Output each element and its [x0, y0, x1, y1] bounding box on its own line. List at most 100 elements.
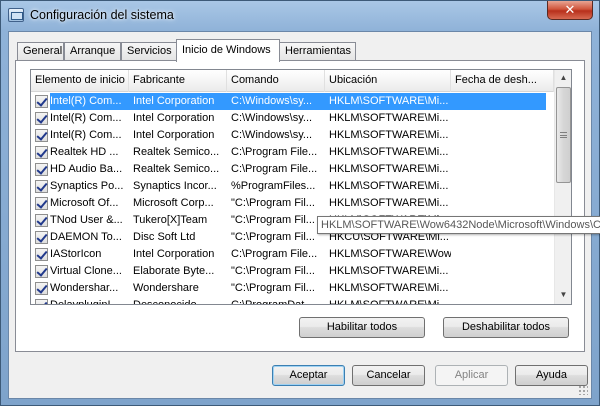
- cell-maker: Synaptics Incor...: [133, 180, 217, 192]
- scrollbar-grip-icon: [560, 132, 567, 138]
- table-row[interactable]: Virtual Clone... Elaborate Byte... "C:\Pro…: [31, 263, 554, 280]
- tab-herramientas[interactable]: Herramientas: [279, 42, 356, 61]
- cell-location: HKLM\SOFTWARE\Mi...: [329, 163, 449, 175]
- cell-location: HKLM\SOFTWARE\Mi...: [329, 129, 449, 141]
- cell-item: Realtek HD ...: [50, 146, 119, 158]
- tab-general[interactable]: General: [17, 42, 64, 61]
- cell-item: Virtual Clone...: [50, 265, 122, 277]
- tab-servicios[interactable]: Servicios: [121, 42, 177, 61]
- startup-checkbox[interactable]: [35, 180, 48, 193]
- cell-location: HKLM\SOFTWARE\Mi...: [329, 112, 449, 124]
- cell-command: C:\Program File...: [231, 163, 318, 175]
- column-header-disabled-date[interactable]: Fecha de desh...: [451, 70, 554, 92]
- cell-command: "C:\Program Fil...: [231, 265, 315, 277]
- cell-command: C:\Program File...: [231, 146, 318, 158]
- startup-checkbox[interactable]: [35, 214, 48, 227]
- cell-command: %ProgramFiles...: [231, 180, 316, 192]
- cell-item: IAStorIcon: [50, 248, 102, 260]
- startup-checkbox[interactable]: [35, 282, 48, 295]
- table-row[interactable]: Synaptics Po... Synaptics Incor... %Progra…: [31, 178, 554, 195]
- window-frame: Configuración del sistema ✕ General Arra…: [0, 0, 600, 406]
- cell-location: HKLM\SOFTWARE\Mi...: [329, 265, 449, 277]
- table-row[interactable]: Intel(R) Com... Intel Corporation C:\Windo…: [31, 127, 554, 144]
- cell-item: Microsoft Of...: [50, 197, 119, 209]
- scroll-up-arrow-icon[interactable]: ▲: [556, 70, 571, 86]
- startup-checkbox[interactable]: [35, 299, 48, 304]
- cell-maker: Intel Corporation: [133, 95, 215, 107]
- table-row[interactable]: Wondershar... Wondershare "C:\Program Fil.…: [31, 280, 554, 297]
- cell-item: Intel(R) Com...: [50, 112, 122, 124]
- cell-maker: Elaborate Byte...: [133, 265, 215, 277]
- table-row[interactable]: Microsoft Of... Microsoft Corp... "C:\Prog…: [31, 195, 554, 212]
- cell-maker: Wondershare: [133, 282, 199, 294]
- cell-location: HKLM\SOFTWARE\Mi...: [329, 197, 449, 209]
- cell-location: HKLM\SOFTWARE\Mi...: [329, 180, 449, 192]
- scroll-down-arrow-icon[interactable]: ▼: [556, 287, 571, 303]
- startup-checkbox[interactable]: [35, 146, 48, 159]
- scrollbar-thumb[interactable]: [556, 87, 571, 183]
- startup-checkbox[interactable]: [35, 197, 48, 210]
- resize-grip-icon[interactable]: [578, 385, 588, 395]
- disable-all-button[interactable]: Deshabilitar todos: [443, 317, 569, 338]
- enable-all-button[interactable]: Habilitar todos: [299, 317, 425, 338]
- cell-command: C:\Windows\sy...: [231, 95, 313, 107]
- table-row[interactable]: IAStorIcon Intel Corporation C:\Program Fi…: [31, 246, 554, 263]
- startup-checkbox[interactable]: [35, 129, 48, 142]
- window-title: Configuración del sistema: [30, 8, 174, 22]
- ok-button[interactable]: Aceptar: [272, 365, 345, 386]
- table-row[interactable]: DelaypluginI... Desconocido C:\ProgramDat.…: [31, 297, 554, 305]
- list-header: Elemento de inicio Fabricante Comando Ub…: [31, 70, 554, 92]
- cell-command: "C:\Program Fil...: [231, 214, 315, 226]
- cell-command: C:\Program File...: [231, 248, 318, 260]
- cell-item: Synaptics Po...: [50, 180, 124, 192]
- cell-location: HKLM\SOFTWARE\Wow6432Node\Microsoft\Wind…: [329, 248, 451, 260]
- startup-list[interactable]: Elemento de inicio Fabricante Comando Ub…: [30, 69, 572, 305]
- cell-command: C:\Windows\sy...: [231, 112, 313, 124]
- tab-inicio-de-windows[interactable]: Inicio de Windows: [176, 39, 280, 62]
- cell-maker: Desconocido: [133, 299, 197, 305]
- cell-location: HKLM\SOFTWARE\Mi...: [329, 146, 449, 158]
- tab-arranque[interactable]: Arranque: [64, 42, 121, 61]
- cell-command: "C:\Program Fil...: [231, 231, 315, 243]
- table-row[interactable]: Intel(R) Com... Intel Corporation C:\Windo…: [31, 93, 554, 110]
- table-row[interactable]: Intel(R) Com... Intel Corporation C:\Windo…: [31, 110, 554, 127]
- startup-tab-panel: Elemento de inicio Fabricante Comando Ub…: [15, 60, 585, 352]
- cell-maker: Realtek Semico...: [133, 146, 220, 158]
- cell-item: HD Audio Ba...: [50, 163, 123, 175]
- cell-item: Intel(R) Com...: [50, 95, 122, 107]
- cell-location: HKLM\SOFTWARE\Mi...: [329, 95, 449, 107]
- startup-checkbox[interactable]: [35, 95, 48, 108]
- cell-maker: Intel Corporation: [133, 112, 215, 124]
- cell-item: Intel(R) Com...: [50, 129, 122, 141]
- table-row[interactable]: HD Audio Ba... Realtek Semico... C:\Progra…: [31, 161, 554, 178]
- cell-maker: Realtek Semico...: [133, 163, 220, 175]
- startup-checkbox[interactable]: [35, 265, 48, 278]
- cell-command: "C:\Program Fil...: [231, 282, 315, 294]
- table-row[interactable]: Realtek HD ... Realtek Semico... C:\Progra…: [31, 144, 554, 161]
- cell-maker: Tukero[X]Team: [133, 214, 208, 226]
- cell-item: DelaypluginI...: [50, 299, 120, 305]
- cell-location: HKLM\SOFTWARE\Mi...: [329, 299, 449, 305]
- apply-button[interactable]: Aplicar: [435, 365, 508, 386]
- system-config-icon: [8, 8, 24, 22]
- cell-command: C:\Windows\sy...: [231, 129, 313, 141]
- cell-command: C:\ProgramDat...: [231, 299, 314, 305]
- column-header-command[interactable]: Comando: [227, 70, 325, 92]
- column-header-location[interactable]: Ubicación: [325, 70, 451, 92]
- cell-item: TNod User &...: [50, 214, 123, 226]
- startup-checkbox[interactable]: [35, 231, 48, 244]
- startup-checkbox[interactable]: [35, 248, 48, 261]
- help-button[interactable]: Ayuda: [515, 365, 588, 386]
- cell-maker: Disc Soft Ltd: [133, 231, 196, 243]
- startup-checkbox[interactable]: [35, 163, 48, 176]
- cell-location: HKLM\SOFTWARE\Mi...: [329, 282, 449, 294]
- column-header-maker[interactable]: Fabricante: [129, 70, 227, 92]
- vertical-scrollbar[interactable]: ▲ ▼: [554, 70, 571, 304]
- startup-checkbox[interactable]: [35, 112, 48, 125]
- cell-maker: Intel Corporation: [133, 129, 215, 141]
- title-bar[interactable]: Configuración del sistema ✕: [1, 1, 599, 31]
- column-header-item[interactable]: Elemento de inicio: [31, 70, 129, 92]
- dialog-client-area: General Arranque Servicios Inicio de Win…: [8, 31, 592, 399]
- cancel-button[interactable]: Cancelar: [352, 365, 425, 386]
- close-button[interactable]: ✕: [547, 1, 593, 20]
